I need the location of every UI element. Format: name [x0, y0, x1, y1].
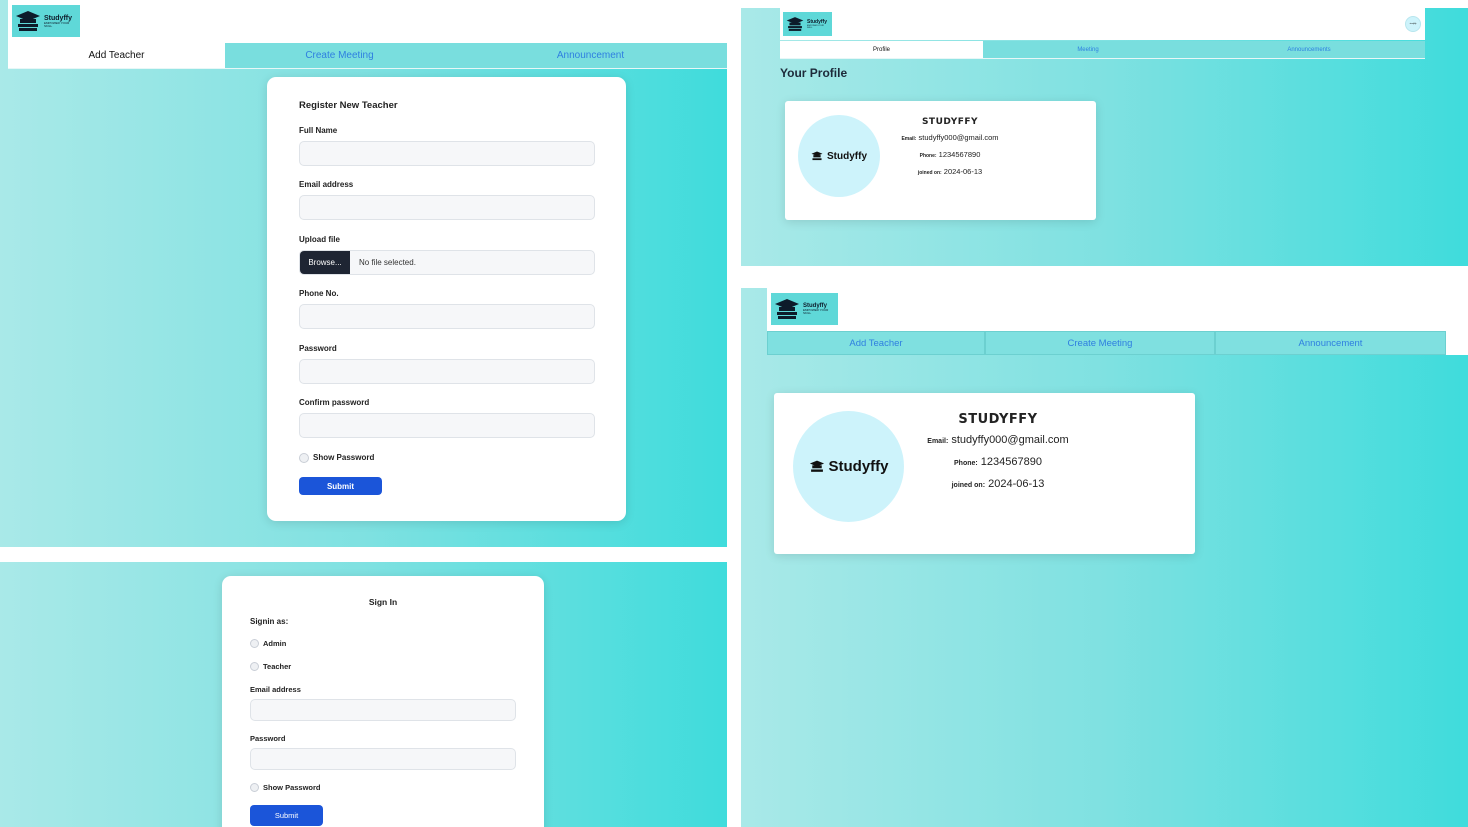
profile-email: studyffy000@gmail.com [918, 133, 999, 142]
graduation-cap-icon [811, 151, 823, 161]
no-file-text: No file selected. [359, 258, 416, 267]
logo-tagline: EMPOWER YOUR SKILL [44, 20, 70, 28]
signin-password-label: Password [250, 734, 286, 743]
tab-add-teacher[interactable]: Add Teacher [767, 331, 985, 355]
signin-as-label: Signin as: [250, 617, 289, 626]
profile-card-large: Studyffy STUDYFFY Email: studyffy000@gma… [774, 393, 1195, 554]
phone-field[interactable] [299, 304, 595, 329]
signin-title: Sign In [368, 597, 398, 607]
tab-announcement[interactable]: Announcement [454, 43, 727, 68]
register-title: Register New Teacher [299, 100, 398, 111]
email-field[interactable] [299, 195, 595, 220]
graduation-cap-icon [775, 299, 799, 319]
teacher-profile-panel: Studyffy EMPOWER YOUR SKILL studyffy Pro… [741, 8, 1468, 266]
signin-panel: Sign In Signin as: Admin Teacher Email a… [0, 562, 727, 827]
profile-name: STUDYFFY [958, 412, 1038, 427]
graduation-cap-icon [16, 11, 40, 31]
browse-button[interactable]: Browse... [300, 251, 350, 274]
graduation-cap-icon [786, 17, 804, 31]
avatar-brand: Studyffy [828, 458, 889, 475]
logo-tagline: EMPOWER YOUR SKILL [803, 308, 829, 315]
joined-caption: joined on: [917, 170, 942, 176]
teacher-tabs: Profile Meeting Announcements [780, 41, 1425, 59]
admin-tabs-2: Add Teacher Create Meeting Announcement [767, 331, 1468, 355]
profile-info: STUDYFFY Email: studyffy000@gmail.com Ph… [898, 409, 1098, 496]
email-label: Email address [299, 180, 354, 189]
full-name-label: Full Name [299, 126, 338, 135]
signin-password-field[interactable] [250, 748, 516, 770]
password-label: Password [299, 344, 337, 353]
show-password-checkbox[interactable] [299, 453, 309, 463]
signin-submit-button[interactable]: Submit [250, 805, 323, 826]
admin-tabs: Add Teacher Create Meeting Announcement [8, 43, 727, 69]
joined-caption: joined on: [951, 482, 986, 489]
profile-avatar: Studyffy [793, 411, 904, 522]
profile-email: studyffy000@gmail.com [951, 434, 1069, 446]
tab-create-meeting[interactable]: Create Meeting [225, 43, 454, 68]
admin-profile-panel: Studyffy EMPOWER YOUR SKILL Add Teacher … [741, 288, 1468, 827]
profile-joined: 2024-06-13 [988, 478, 1045, 490]
profile-joined: 2024-06-13 [943, 167, 983, 176]
register-card: Register New Teacher Full Name Email add… [267, 77, 626, 521]
tab-announcement[interactable]: Announcement [1215, 331, 1446, 355]
phone-caption: Phone: [954, 460, 978, 467]
role-admin-radio[interactable] [250, 639, 259, 648]
confirm-password-field[interactable] [299, 413, 595, 438]
graduation-cap-icon [809, 460, 824, 472]
profile-info: STUDYFFY Email: studyffy000@gmail.com Ph… [875, 114, 1025, 181]
phone-caption: Phone: [919, 153, 937, 159]
tab-meeting[interactable]: Meeting [983, 41, 1193, 58]
tab-spacer [1446, 331, 1468, 355]
admin-navbar [767, 288, 1468, 331]
phone-label: Phone No. [299, 289, 339, 298]
full-name-field[interactable] [299, 141, 595, 166]
signin-show-password-label: Show Password [263, 783, 321, 792]
profile-name: STUDYFFY [921, 117, 979, 127]
show-password-label: Show Password [313, 453, 375, 462]
tab-announcements[interactable]: Announcements [1193, 41, 1425, 58]
navbar [8, 0, 727, 43]
profile-avatar: Studyffy [798, 115, 880, 197]
profile-phone: 1234567890 [938, 150, 981, 159]
upload-label: Upload file [299, 235, 340, 244]
teacher-navbar [780, 8, 1425, 40]
email-caption: Email: [927, 438, 949, 445]
user-badge-text: studyffy [1409, 23, 1417, 25]
user-avatar-badge[interactable]: studyffy [1405, 16, 1421, 32]
role-teacher-radio[interactable] [250, 662, 259, 671]
signin-show-password-checkbox[interactable] [250, 783, 259, 792]
role-admin-label: Admin [263, 639, 287, 648]
signin-email-label: Email address [250, 685, 301, 694]
profile-card-small: Studyffy STUDYFFY Email: studyffy000@gma… [785, 101, 1096, 220]
tab-add-teacher[interactable]: Add Teacher [8, 43, 225, 68]
teacher-logo[interactable]: Studyffy EMPOWER YOUR SKILL [783, 12, 832, 36]
signin-email-field[interactable] [250, 699, 516, 721]
profile-heading: Your Profile [780, 66, 848, 80]
signin-card: Sign In Signin as: Admin Teacher Email a… [222, 576, 544, 827]
role-teacher-label: Teacher [263, 662, 292, 671]
admin-logo[interactable]: Studyffy EMPOWER YOUR SKILL [771, 293, 838, 325]
confirm-password-label: Confirm password [299, 398, 370, 407]
submit-button[interactable]: Submit [299, 477, 382, 495]
email-caption: Email: [901, 136, 917, 142]
profile-phone: 1234567890 [980, 456, 1042, 468]
register-teacher-panel: Studyffy EMPOWER YOUR SKILL Add Teacher … [0, 0, 727, 547]
logo[interactable]: Studyffy EMPOWER YOUR SKILL [12, 5, 80, 37]
tab-profile[interactable]: Profile [780, 41, 983, 58]
password-field[interactable] [299, 359, 595, 384]
file-input[interactable]: Browse... No file selected. [299, 250, 595, 275]
tab-create-meeting[interactable]: Create Meeting [985, 331, 1215, 355]
avatar-brand: Studyffy [827, 150, 867, 162]
logo-tagline: EMPOWER YOUR SKILL [807, 24, 824, 29]
